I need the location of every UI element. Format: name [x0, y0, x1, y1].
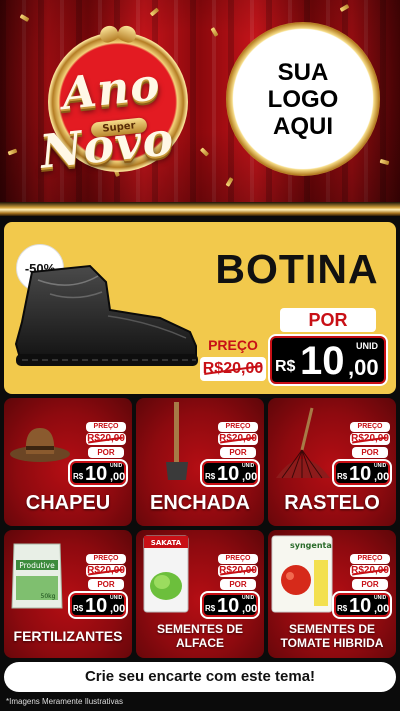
- gold-divider: [0, 202, 400, 216]
- bag-brand: Produtive: [19, 561, 55, 570]
- card-price-decimal: ,00: [242, 471, 258, 483]
- hero-preco-label: PREÇO: [208, 337, 258, 353]
- card-old-price: R$20,00: [218, 565, 258, 577]
- card-old-price: R$20,00: [218, 433, 258, 445]
- card-price-decimal: ,00: [374, 471, 390, 483]
- card-price-currency: R$: [337, 472, 348, 481]
- fertilizer-bag-icon: Produtive 50kg: [11, 543, 63, 609]
- product-name: FERTILIZANTES: [13, 628, 123, 644]
- logo-line-1: SUA: [277, 59, 329, 86]
- card-price-box: R$ 10,00 UNID: [200, 591, 260, 619]
- gold-bow-icon: [100, 26, 136, 44]
- card-preco-label: PREÇO: [218, 422, 258, 432]
- hoe-icon: [166, 402, 188, 480]
- boot-icon: [14, 264, 198, 366]
- seed-packet-icon: syngenta: [271, 535, 333, 613]
- card-por-label: POR: [220, 447, 256, 458]
- product-name-line-2: TOMATE HIBRIDA: [280, 636, 384, 650]
- card-price-box: R$ 10,00 UNID: [332, 459, 392, 487]
- logo-line-3: AQUI: [273, 113, 333, 140]
- card-price-unit: UNID: [374, 463, 387, 469]
- product-name: CHAPEU: [25, 492, 111, 514]
- seed-packet-icon: SAKATA: [143, 535, 189, 613]
- product-name-line-2: ALFACE: [176, 636, 224, 650]
- card-price-decimal: ,00: [242, 603, 258, 615]
- card-price-currency: R$: [73, 604, 84, 613]
- product-name: SEMENTES DE TOMATE HIBRIDA: [268, 622, 396, 650]
- card-price-currency: R$: [337, 604, 348, 613]
- card-price-box: R$ 10,00 UNID: [68, 591, 128, 619]
- card-price-box: R$ 10,00 UNID: [68, 459, 128, 487]
- card-price-decimal: ,00: [374, 603, 390, 615]
- hero-price-box: R$ 10 ,00 UNID: [268, 334, 388, 386]
- card-price-integer: 10: [217, 463, 240, 485]
- rake-icon: [276, 407, 330, 479]
- card-price-decimal: ,00: [110, 603, 126, 615]
- header-banner: Ano Super Novo SUA LOGO AQUI: [0, 0, 400, 202]
- card-old-price: R$20,00: [350, 565, 390, 577]
- logo-line-2: LOGO: [267, 86, 339, 113]
- card-old-price: R$20,00: [86, 565, 126, 577]
- card-preco-label: PREÇO: [350, 422, 390, 432]
- badge-word-ano: Ano: [59, 58, 163, 121]
- card-price-box: R$ 10,00 UNID: [332, 591, 392, 619]
- hero-price-currency: R$: [275, 358, 296, 375]
- packet-brand: SAKATA: [151, 539, 182, 547]
- hero-product-title: BOTINA: [215, 246, 379, 292]
- packet-brand: syngenta: [290, 541, 332, 550]
- disclaimer-text: *Imagens Meramente Ilustrativas: [6, 697, 123, 706]
- card-price-unit: UNID: [374, 595, 387, 601]
- product-name: ENCHADA: [150, 492, 250, 514]
- hero-price-decimal: ,00: [348, 355, 379, 380]
- card-price-integer: 10: [85, 595, 108, 617]
- card-price-unit: UNID: [110, 595, 123, 601]
- card-price-box: R$ 10,00 UNID: [200, 459, 260, 487]
- product-name: SEMENTES DE ALFACE: [136, 622, 264, 650]
- card-price-integer: 10: [85, 463, 108, 485]
- card-por-label: POR: [88, 447, 124, 458]
- card-preco-label: PREÇO: [86, 554, 126, 564]
- card-preco-label: PREÇO: [86, 422, 126, 432]
- card-por-label: POR: [352, 447, 388, 458]
- card-price-integer: 10: [217, 595, 240, 617]
- hat-icon: [10, 428, 70, 462]
- card-price-currency: R$: [73, 472, 84, 481]
- card-preco-label: PREÇO: [218, 554, 258, 564]
- card-price-currency: R$: [205, 472, 216, 481]
- card-por-label: POR: [88, 579, 124, 590]
- hero-price-unit: UNID: [356, 341, 378, 351]
- hero-por-label: POR: [280, 308, 376, 332]
- card-por-label: POR: [352, 579, 388, 590]
- cta-banner[interactable]: Crie seu encarte com este tema!: [4, 662, 396, 692]
- card-old-price: R$20,00: [350, 433, 390, 445]
- card-preco-label: PREÇO: [350, 554, 390, 564]
- hero-price-integer: 10: [300, 339, 345, 383]
- product-name-line-1: SEMENTES DE: [288, 622, 375, 636]
- logo-placeholder: SUA LOGO AQUI: [226, 22, 380, 176]
- logo-text: SUA LOGO AQUI: [226, 59, 380, 140]
- card-price-decimal: ,00: [110, 471, 126, 483]
- card-price-integer: 10: [349, 463, 372, 485]
- card-price-currency: R$: [205, 604, 216, 613]
- hero-old-price: R$20,00: [200, 357, 266, 381]
- product-name: RASTELO: [284, 492, 380, 514]
- card-price-unit: UNID: [242, 463, 255, 469]
- card-price-unit: UNID: [242, 595, 255, 601]
- bag-weight: 50kg: [41, 593, 56, 600]
- card-old-price: R$20,00: [86, 433, 126, 445]
- ano-novo-badge: Ano Super Novo: [18, 26, 208, 186]
- product-name-line-1: SEMENTES DE: [156, 622, 243, 636]
- card-price-integer: 10: [349, 595, 372, 617]
- card-price-unit: UNID: [110, 463, 123, 469]
- card-por-label: POR: [220, 579, 256, 590]
